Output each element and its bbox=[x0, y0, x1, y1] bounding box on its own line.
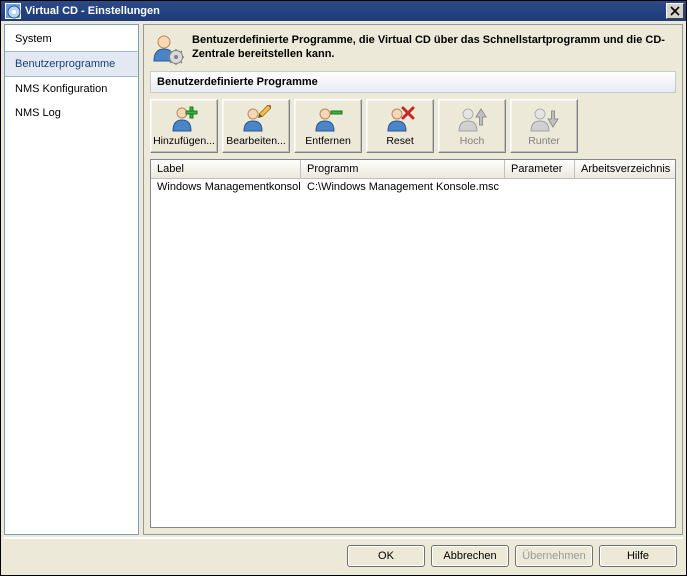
reset-button[interactable]: Reset bbox=[366, 99, 434, 153]
app-icon bbox=[5, 3, 21, 19]
column-label[interactable]: Label bbox=[151, 160, 301, 178]
section-header: Benutzerdefinierte Programme bbox=[150, 71, 676, 93]
column-workdir[interactable]: Arbeitsverzeichnis bbox=[575, 160, 675, 178]
ok-button[interactable]: OK bbox=[347, 545, 425, 567]
edit-user-icon bbox=[241, 105, 271, 133]
cell-parameter bbox=[505, 179, 575, 195]
sidebar-item-user-programs[interactable]: Benutzerprogramme bbox=[5, 51, 138, 77]
sidebar-item-nms-config[interactable]: NMS Konfiguration bbox=[5, 77, 138, 101]
cell-program: C:\Windows Management Konsole.msc bbox=[301, 179, 505, 195]
info-text: Bentuzerdefinierte Programme, die Virtua… bbox=[192, 31, 676, 62]
move-down-button[interactable]: Runter bbox=[510, 99, 578, 153]
reset-button-label: Reset bbox=[386, 135, 413, 147]
add-button[interactable]: Hinzufügen... bbox=[150, 99, 218, 153]
add-button-label: Hinzufügen... bbox=[153, 135, 215, 147]
edit-button[interactable]: Bearbeiten... bbox=[222, 99, 290, 153]
dialog-footer: OK Abbrechen Übernehmen Hilfe bbox=[4, 538, 683, 572]
table-row[interactable]: Windows Managementkonsole C:\Windows Man… bbox=[151, 179, 675, 195]
program-table: Label Programm Parameter Arbeitsverzeich… bbox=[150, 159, 676, 528]
move-down-label: Runter bbox=[528, 135, 560, 147]
cell-workdir bbox=[575, 179, 675, 195]
move-up-button[interactable]: Hoch bbox=[438, 99, 506, 153]
upper-pane: System Benutzerprogramme NMS Konfigurati… bbox=[4, 24, 683, 535]
arrow-up-icon bbox=[457, 105, 487, 133]
remove-user-icon bbox=[313, 105, 343, 133]
arrow-down-icon bbox=[529, 105, 559, 133]
column-program[interactable]: Programm bbox=[301, 160, 505, 178]
main-panel: Bentuzerdefinierte Programme, die Virtua… bbox=[143, 24, 683, 535]
reset-icon bbox=[385, 105, 415, 133]
window-title: Virtual CD - Einstellungen bbox=[25, 5, 666, 17]
user-gear-icon bbox=[150, 31, 184, 65]
help-button[interactable]: Hilfe bbox=[599, 545, 677, 567]
remove-button[interactable]: Entfernen bbox=[294, 99, 362, 153]
titlebar: Virtual CD - Einstellungen bbox=[1, 1, 686, 21]
cancel-button[interactable]: Abbrechen bbox=[431, 545, 509, 567]
sidebar-item-nms-log[interactable]: NMS Log bbox=[5, 101, 138, 125]
apply-button[interactable]: Übernehmen bbox=[515, 545, 593, 567]
sidebar: System Benutzerprogramme NMS Konfigurati… bbox=[4, 24, 139, 535]
table-body[interactable]: Windows Managementkonsole C:\Windows Man… bbox=[151, 179, 675, 527]
toolbar: Hinzufügen... bbox=[150, 99, 676, 153]
settings-window: Virtual CD - Einstellungen System Benutz… bbox=[0, 0, 687, 576]
edit-button-label: Bearbeiten... bbox=[226, 135, 286, 147]
table-header: Label Programm Parameter Arbeitsverzeich… bbox=[151, 160, 675, 179]
client-area: System Benutzerprogramme NMS Konfigurati… bbox=[1, 21, 686, 575]
close-button[interactable] bbox=[666, 3, 684, 19]
remove-button-label: Entfernen bbox=[305, 135, 351, 147]
move-up-label: Hoch bbox=[460, 135, 485, 147]
add-user-icon bbox=[169, 105, 199, 133]
cell-label: Windows Managementkonsole bbox=[151, 179, 301, 195]
info-row: Bentuzerdefinierte Programme, die Virtua… bbox=[150, 31, 676, 65]
column-parameter[interactable]: Parameter bbox=[505, 160, 575, 178]
sidebar-item-system[interactable]: System bbox=[5, 27, 138, 51]
